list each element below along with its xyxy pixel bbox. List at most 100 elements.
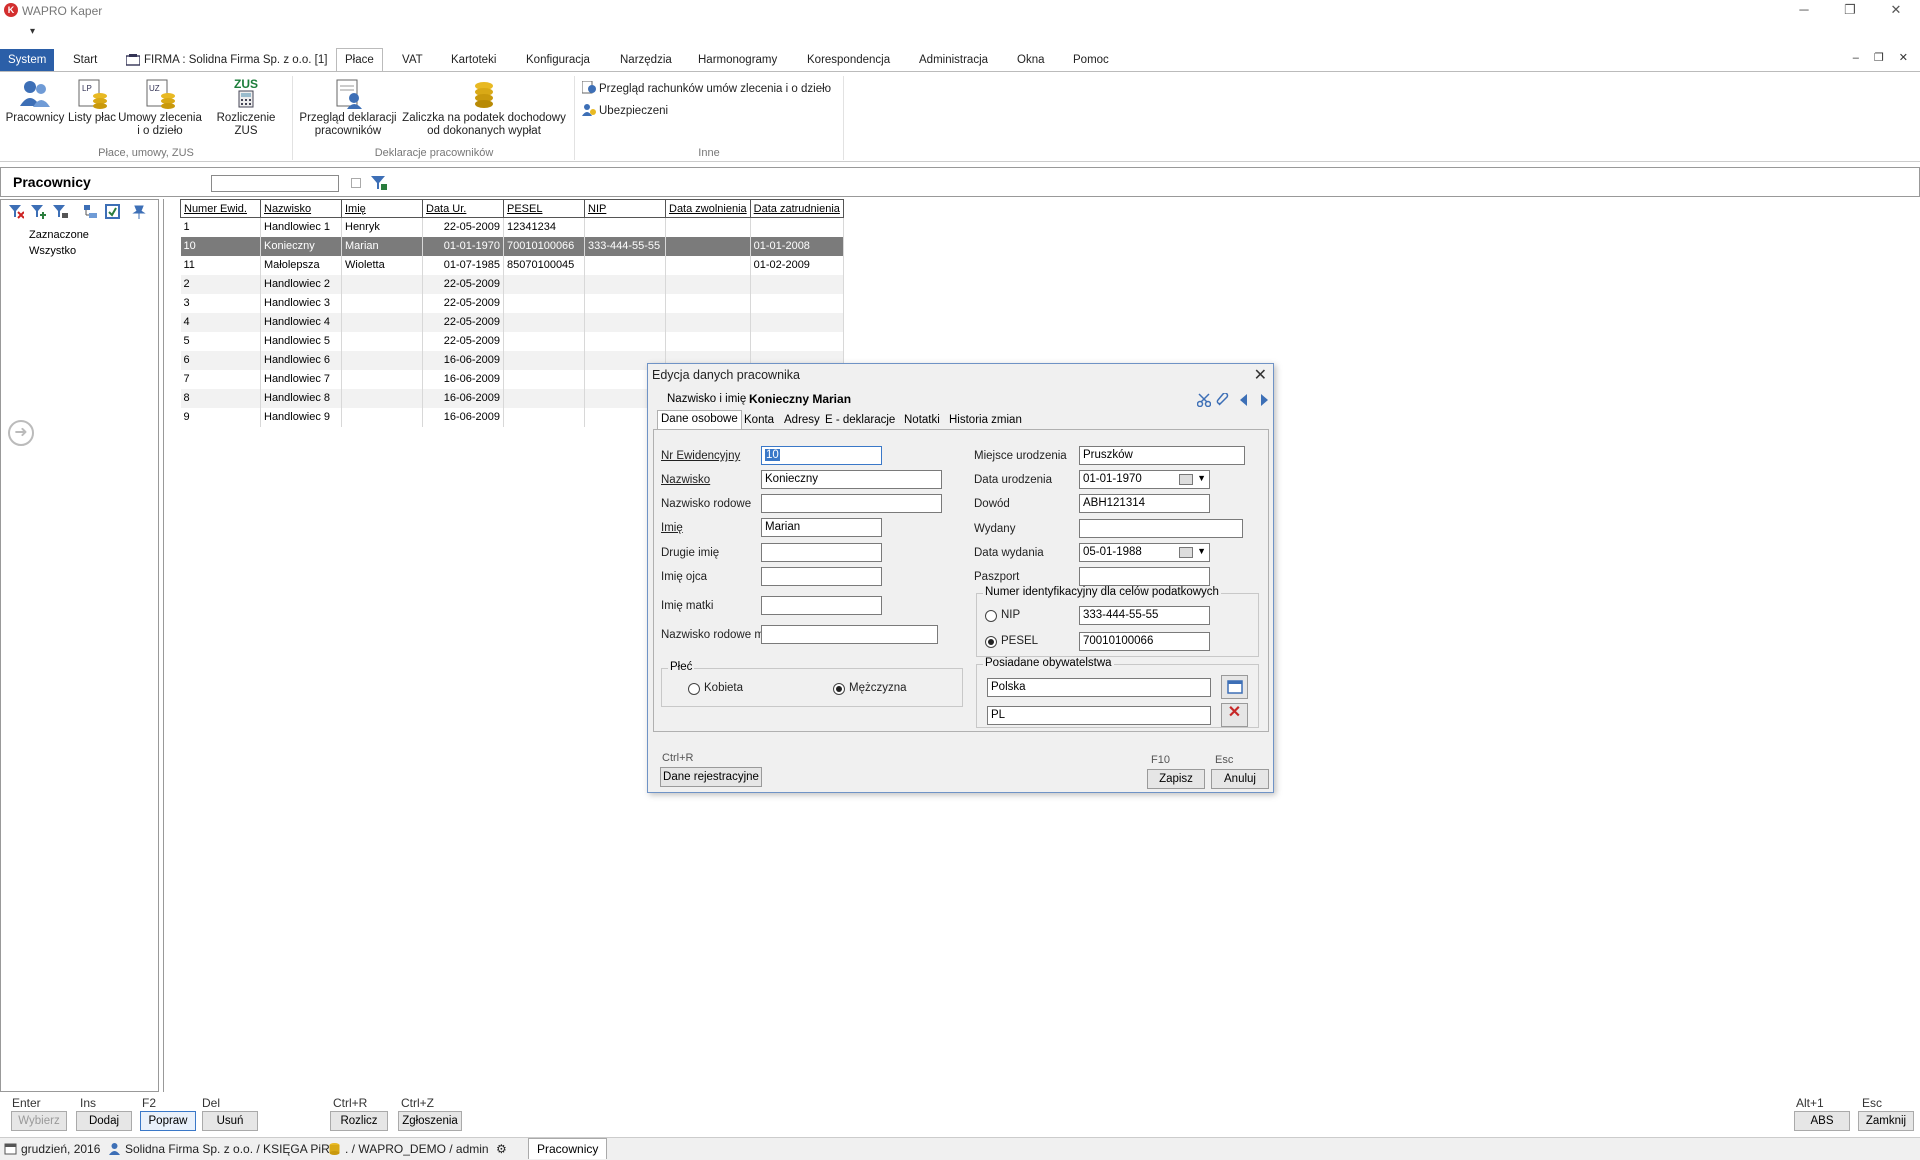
tab-konta[interactable]: Konta	[741, 412, 777, 430]
tab-e-deklaracje[interactable]: E - deklaracje	[822, 412, 898, 430]
tab-konfiguracja[interactable]: Konfiguracja	[518, 49, 598, 71]
rozlicz-button[interactable]: Rozlicz	[330, 1111, 388, 1131]
imie-field[interactable]: Marian	[761, 518, 882, 537]
filter-add-icon[interactable]	[31, 204, 46, 219]
imie-matki-field[interactable]	[761, 596, 882, 615]
col-data-zatrudnienia[interactable]: Data zatrudnienia	[749, 199, 844, 218]
table-row[interactable]: 5 Handlowiec 5 22-05-2009	[180, 331, 844, 351]
tab-vat[interactable]: VAT	[394, 49, 431, 71]
tree-item-wszystko[interactable]: Wszystko	[29, 245, 76, 257]
drugie-imie-field[interactable]	[761, 543, 882, 562]
status-firm[interactable]: Solidna Firma Sp. z o.o. / KSIĘGA PiR	[108, 1142, 330, 1156]
nr-ewid-field[interactable]: 10	[761, 446, 882, 465]
ubezpieczeni-button[interactable]: Ubezpieczeni	[582, 103, 668, 117]
prev-record-icon[interactable]	[1237, 393, 1251, 407]
tab-harmonogramy[interactable]: Harmonogramy	[690, 49, 785, 71]
filter-icon[interactable]	[371, 176, 387, 190]
filter-clear-icon[interactable]	[9, 204, 24, 219]
col-numer-ewid[interactable]: Numer Ewid.	[180, 199, 261, 218]
status-tab-pracownicy[interactable]: Pracownicy	[528, 1138, 608, 1159]
nazwisko-rodowe-field[interactable]	[761, 494, 942, 513]
mdi-controls[interactable]: – ❐ ✕	[1853, 51, 1914, 64]
table-row-selected[interactable]: 10 Konieczny Marian 01-01-1970 70010100066 33…	[180, 236, 844, 256]
settings-icon[interactable]: ⚙	[496, 1142, 507, 1156]
zgloszenia-button[interactable]: Zgłoszenia	[398, 1111, 462, 1131]
data-wydania-field[interactable]: 05-01-1988 ▼	[1079, 543, 1210, 562]
wydany-field[interactable]	[1079, 519, 1243, 538]
pesel-radio[interactable]	[985, 636, 997, 648]
nazwisko-rodowe-matki-field[interactable]	[761, 625, 938, 644]
przeglad-rachunkow-button[interactable]: Przegląd rachunków umów zlecenia i o dzi…	[582, 81, 831, 95]
search-checkbox[interactable]	[351, 178, 361, 188]
anuluj-button[interactable]: Anuluj	[1211, 769, 1269, 789]
tab-dane-osobowe[interactable]: Dane osobowe	[657, 410, 742, 430]
kobieta-radio[interactable]	[688, 683, 700, 695]
chevron-down-icon[interactable]: ▼	[1197, 473, 1206, 483]
tree-expand-icon[interactable]	[83, 204, 98, 219]
data-ur-field[interactable]: 01-01-1970 ▼	[1079, 470, 1210, 489]
paszport-field[interactable]	[1079, 567, 1210, 586]
calendar-icon[interactable]	[1179, 474, 1193, 485]
tab-firma[interactable]: FIRMA : Solidna Firma Sp. z o.o. [1]	[122, 49, 335, 71]
quick-access-dropdown[interactable]: ▾	[30, 26, 35, 37]
tab-pomoc[interactable]: Pomoc	[1065, 49, 1117, 71]
restore-button[interactable]: ❐	[1830, 0, 1870, 22]
zaliczka-button[interactable]: Zaliczka na podatek dochodowy od dokonan…	[398, 78, 570, 138]
tab-adresy[interactable]: Adresy	[781, 412, 823, 430]
usun-button[interactable]: Usuń	[202, 1111, 258, 1131]
col-nazwisko[interactable]: Nazwisko	[260, 199, 342, 218]
col-imie[interactable]: Imię	[341, 199, 423, 218]
tab-historia-zmian[interactable]: Historia zmian	[946, 412, 1025, 430]
rozliczenie-zus-button[interactable]: ZUS Rozliczenie ZUS	[204, 78, 288, 138]
dialog-close-button[interactable]: ✕	[1254, 365, 1267, 385]
search-input[interactable]	[211, 175, 339, 192]
tab-system[interactable]: System	[0, 49, 55, 71]
dane-rejestracyjne-button[interactable]: Dane rejestracyjne	[660, 767, 762, 787]
col-nip[interactable]: NIP	[584, 199, 666, 218]
imie-ojca-field[interactable]	[761, 567, 882, 586]
table-row[interactable]: 3 Handlowiec 3 22-05-2009	[180, 293, 844, 313]
dowod-field[interactable]: ABH121314	[1079, 494, 1210, 513]
zamknij-button[interactable]: Zamknij	[1858, 1111, 1914, 1131]
abs-button[interactable]: ABS	[1794, 1111, 1850, 1131]
tab-start[interactable]: Start	[65, 49, 105, 71]
tab-okna[interactable]: Okna	[1009, 49, 1053, 71]
nip-radio[interactable]	[985, 610, 997, 622]
tab-narzedzia[interactable]: Narzędzia	[612, 49, 680, 71]
tab-administracja[interactable]: Administracja	[911, 49, 996, 71]
tab-place[interactable]: Płace	[336, 48, 383, 71]
umowy-button[interactable]: UZ Umowy zlecenia i o dzieło	[118, 78, 202, 138]
zapisz-button[interactable]: Zapisz	[1147, 769, 1205, 789]
miejsce-ur-field[interactable]: Pruszków	[1079, 446, 1245, 465]
pracownicy-button[interactable]: Pracownicy	[4, 78, 66, 125]
przeglad-deklaracji-button[interactable]: Przegląd deklaracji pracowników	[298, 78, 398, 138]
tab-notatki[interactable]: Notatki	[901, 412, 943, 430]
pin-icon[interactable]	[131, 204, 146, 219]
tree-item-zaznaczone[interactable]: Zaznaczone	[29, 229, 89, 241]
tab-korespondencja[interactable]: Korespondencja	[799, 49, 898, 71]
col-pesel[interactable]: PESEL	[503, 199, 585, 218]
col-data-zwolnienia[interactable]: Data zwolnienia	[665, 199, 751, 218]
tree-refresh-icon[interactable]	[105, 204, 120, 219]
calendar-icon[interactable]	[1179, 547, 1193, 558]
close-window-button[interactable]: ✕	[1876, 0, 1916, 22]
status-period[interactable]: grudzień, 2016	[4, 1142, 100, 1156]
tab-kartoteki[interactable]: Kartoteki	[443, 49, 504, 71]
dodaj-button[interactable]: Dodaj	[76, 1111, 132, 1131]
arrow-right-icon[interactable]: ➜	[8, 420, 34, 446]
pesel-field[interactable]: 70010100066	[1079, 632, 1210, 651]
scissors-icon[interactable]	[1197, 393, 1211, 407]
citizenship-code-field[interactable]: PL	[987, 706, 1211, 725]
filter-edit-icon[interactable]	[53, 204, 68, 219]
col-data-ur[interactable]: Data Ur.	[422, 199, 504, 218]
listy-plac-button[interactable]: LP Listy płac	[66, 78, 118, 125]
minimize-button[interactable]: ─	[1784, 0, 1824, 22]
citizenship-country-field[interactable]: Polska	[987, 678, 1211, 697]
popraw-button[interactable]: Popraw	[140, 1111, 196, 1131]
table-row[interactable]: 4 Handlowiec 4 22-05-2009	[180, 312, 844, 332]
attachment-icon[interactable]	[1216, 393, 1230, 407]
next-record-icon[interactable]	[1257, 393, 1271, 407]
status-db[interactable]: . / WAPRO_DEMO / admin	[328, 1142, 489, 1156]
nazwisko-field[interactable]: Konieczny	[761, 470, 942, 489]
table-row[interactable]: 1 Handlowiec 1 Henryk 22-05-2009 12341234	[180, 217, 844, 237]
